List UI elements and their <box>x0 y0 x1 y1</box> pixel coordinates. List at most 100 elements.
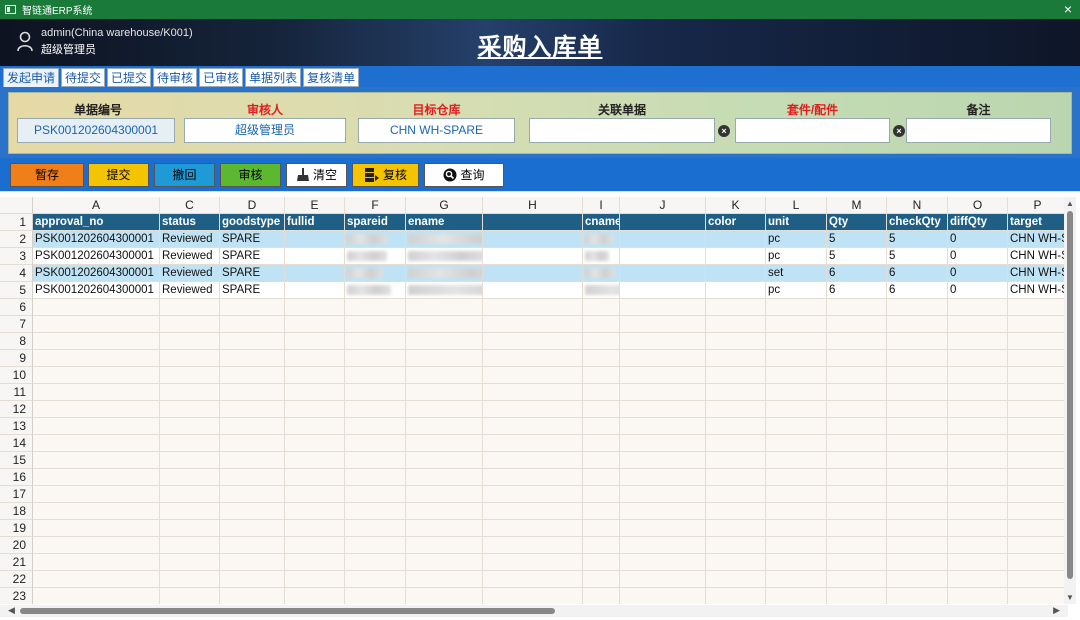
empty-cell[interactable] <box>483 520 583 537</box>
empty-cell[interactable] <box>220 316 285 333</box>
column-letter-L[interactable]: L <box>766 197 827 214</box>
empty-cell[interactable] <box>887 486 948 503</box>
empty-cell[interactable] <box>827 418 887 435</box>
empty-cell[interactable] <box>160 316 220 333</box>
empty-cell[interactable] <box>887 384 948 401</box>
table-cell[interactable] <box>706 282 766 299</box>
empty-row[interactable]: 18 <box>0 503 1064 520</box>
empty-cell[interactable] <box>706 418 766 435</box>
empty-cell[interactable] <box>948 503 1008 520</box>
empty-cell[interactable] <box>827 316 887 333</box>
row-number[interactable]: 5 <box>0 282 33 299</box>
table-cell[interactable] <box>620 248 706 265</box>
table-cell[interactable]: Reviewed <box>160 231 220 248</box>
row-number[interactable]: 8 <box>0 333 33 350</box>
empty-cell[interactable] <box>220 469 285 486</box>
empty-cell[interactable] <box>887 316 948 333</box>
empty-cell[interactable] <box>827 299 887 316</box>
empty-cell[interactable] <box>766 588 827 604</box>
empty-cell[interactable] <box>33 571 160 588</box>
empty-cell[interactable] <box>1008 401 1064 418</box>
table-cell[interactable] <box>483 265 583 282</box>
empty-cell[interactable] <box>406 299 483 316</box>
empty-cell[interactable] <box>285 316 345 333</box>
table-cell[interactable]: 6 <box>887 282 948 299</box>
empty-cell[interactable] <box>887 299 948 316</box>
empty-cell[interactable] <box>887 435 948 452</box>
empty-cell[interactable] <box>345 401 406 418</box>
column-letter-D[interactable]: D <box>220 197 285 214</box>
empty-cell[interactable] <box>345 571 406 588</box>
table-cell[interactable]: PSK001202604300001 <box>33 265 160 282</box>
table-cell[interactable]: 0 <box>948 231 1008 248</box>
empty-cell[interactable] <box>285 588 345 604</box>
scroll-right-icon[interactable]: ▶ <box>1053 605 1060 616</box>
empty-cell[interactable] <box>345 435 406 452</box>
empty-cell[interactable] <box>620 418 706 435</box>
empty-cell[interactable] <box>406 333 483 350</box>
empty-cell[interactable] <box>483 418 583 435</box>
empty-cell[interactable] <box>583 418 620 435</box>
empty-cell[interactable] <box>406 588 483 604</box>
empty-cell[interactable] <box>33 554 160 571</box>
empty-cell[interactable] <box>1008 503 1064 520</box>
empty-cell[interactable] <box>1008 418 1064 435</box>
header-cell[interactable]: ename <box>406 214 483 231</box>
column-letter-C[interactable]: C <box>160 197 220 214</box>
empty-cell[interactable] <box>583 384 620 401</box>
empty-cell[interactable] <box>406 554 483 571</box>
empty-cell[interactable] <box>483 571 583 588</box>
close-icon[interactable]: × <box>1064 1 1072 17</box>
empty-row[interactable]: 23 <box>0 588 1064 604</box>
empty-cell[interactable] <box>345 554 406 571</box>
empty-row[interactable]: 16 <box>0 469 1064 486</box>
table-cell[interactable] <box>583 248 620 265</box>
table-cell[interactable]: SPARE <box>220 248 285 265</box>
empty-cell[interactable] <box>406 520 483 537</box>
row-number[interactable]: 19 <box>0 520 33 537</box>
empty-cell[interactable] <box>285 333 345 350</box>
empty-cell[interactable] <box>620 537 706 554</box>
empty-cell[interactable] <box>220 503 285 520</box>
empty-cell[interactable] <box>483 333 583 350</box>
empty-cell[interactable] <box>483 435 583 452</box>
header-cell[interactable]: status <box>160 214 220 231</box>
empty-cell[interactable] <box>583 350 620 367</box>
row-number[interactable]: 18 <box>0 503 33 520</box>
empty-cell[interactable] <box>33 299 160 316</box>
empty-cell[interactable] <box>706 588 766 604</box>
empty-cell[interactable] <box>160 503 220 520</box>
row-number[interactable]: 11 <box>0 384 33 401</box>
empty-cell[interactable] <box>766 299 827 316</box>
empty-cell[interactable] <box>887 554 948 571</box>
row-number[interactable]: 1 <box>0 214 33 231</box>
empty-cell[interactable] <box>887 333 948 350</box>
empty-cell[interactable] <box>220 418 285 435</box>
table-cell[interactable]: CHN WH-SPARE <box>1008 231 1064 248</box>
query-button[interactable]: 查询 <box>424 163 504 187</box>
column-letter-G[interactable]: G <box>406 197 483 214</box>
empty-row[interactable]: 19 <box>0 520 1064 537</box>
empty-cell[interactable] <box>345 316 406 333</box>
empty-cell[interactable] <box>766 452 827 469</box>
table-cell[interactable]: 6 <box>827 265 887 282</box>
empty-cell[interactable] <box>706 333 766 350</box>
empty-cell[interactable] <box>345 469 406 486</box>
table-cell[interactable] <box>345 265 406 282</box>
empty-cell[interactable] <box>33 367 160 384</box>
empty-cell[interactable] <box>583 316 620 333</box>
empty-cell[interactable] <box>583 452 620 469</box>
empty-cell[interactable] <box>33 452 160 469</box>
table-cell[interactable] <box>620 265 706 282</box>
empty-cell[interactable] <box>1008 537 1064 554</box>
empty-cell[interactable] <box>706 299 766 316</box>
empty-cell[interactable] <box>706 435 766 452</box>
table-row[interactable]: 2 PSK001202604300001 Reviewed SPARE pc 5 5 0 CHN… <box>0 231 1064 248</box>
empty-cell[interactable] <box>220 435 285 452</box>
empty-cell[interactable] <box>887 401 948 418</box>
empty-cell[interactable] <box>583 333 620 350</box>
empty-cell[interactable] <box>766 571 827 588</box>
empty-cell[interactable] <box>948 418 1008 435</box>
select-all-corner[interactable] <box>0 197 33 214</box>
empty-row[interactable]: 17 <box>0 486 1064 503</box>
